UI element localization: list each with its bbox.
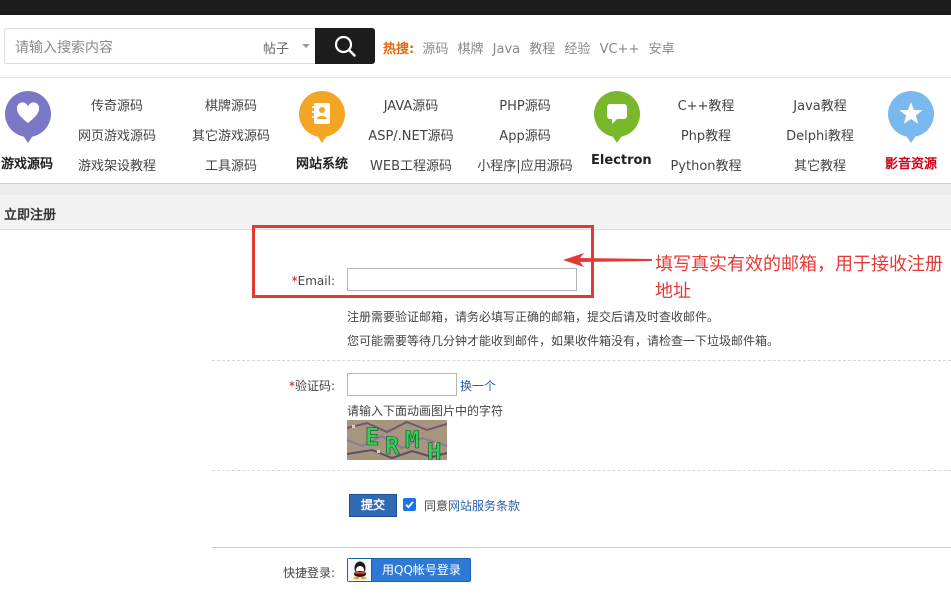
captcha-refresh-link[interactable]: 换一个 bbox=[460, 377, 496, 394]
search-button[interactable] bbox=[315, 28, 375, 64]
hot-search: 热搜: 源码 棋牌 Java 教程 经验 VC++ 安卓 bbox=[383, 38, 680, 57]
qq-login-label: 用QQ帐号登录 bbox=[382, 563, 461, 577]
nav-link[interactable]: C++教程 bbox=[660, 95, 752, 114]
svg-text:E: E bbox=[365, 423, 379, 451]
svg-text:M: M bbox=[405, 426, 419, 454]
heart-icon[interactable] bbox=[5, 91, 51, 137]
hot-link[interactable]: 安卓 bbox=[648, 42, 674, 57]
hot-link[interactable]: 棋牌 bbox=[458, 42, 484, 57]
quick-login-label: 快捷登录: bbox=[282, 566, 335, 580]
search-scope-select[interactable]: 帖子 bbox=[263, 38, 289, 57]
contacts-book-icon[interactable] bbox=[299, 91, 345, 137]
nav-link[interactable]: 游戏架设教程 bbox=[72, 155, 162, 174]
captcha-image[interactable]: E R M H bbox=[347, 420, 447, 460]
nav-link[interactable]: 棋牌源码 bbox=[186, 95, 276, 114]
search-box[interactable]: 请输入搜索内容 帖子 bbox=[4, 28, 316, 64]
nav-group-title[interactable]: 影音资源 bbox=[885, 153, 937, 172]
highlight-box bbox=[252, 225, 594, 298]
nav-link[interactable]: 小程序|应用源码 bbox=[472, 155, 578, 174]
pin-tail bbox=[905, 134, 917, 143]
top-bar bbox=[0, 0, 951, 15]
hot-link[interactable]: Java bbox=[493, 42, 520, 57]
nav-link[interactable]: 其它游戏源码 bbox=[186, 125, 276, 144]
divider bbox=[212, 547, 951, 548]
terms-link[interactable]: 网站服务条款 bbox=[448, 499, 520, 513]
chat-bubble-icon[interactable] bbox=[594, 91, 640, 137]
hot-link[interactable]: 源码 bbox=[422, 42, 448, 57]
nav-link[interactable]: 其它教程 bbox=[774, 155, 866, 174]
nav-link[interactable]: Php教程 bbox=[660, 125, 752, 144]
arrow-left-icon bbox=[563, 253, 652, 267]
nav-group-title[interactable]: 游戏源码 bbox=[1, 153, 53, 172]
hot-search-label: 热搜: bbox=[383, 42, 415, 57]
qq-login-button[interactable]: 用QQ帐号登录 bbox=[347, 558, 471, 582]
divider bbox=[212, 360, 951, 361]
agree-prefix: 同意 bbox=[424, 499, 449, 513]
agree-checkbox[interactable] bbox=[403, 498, 416, 511]
nav-group-title[interactable]: 网站系统 bbox=[296, 153, 348, 172]
email-hint: 注册需要验证邮箱，请务必填写正确的邮箱，提交后请及时查收邮件。 bbox=[347, 310, 720, 324]
hot-link[interactable]: VC++ bbox=[600, 42, 640, 57]
page-title: 立即注册 bbox=[4, 208, 57, 223]
captcha-hint: 请输入下面动画图片中的字符 bbox=[347, 404, 504, 418]
checkmark-icon bbox=[405, 501, 414, 509]
nav-link[interactable]: Java教程 bbox=[774, 95, 866, 114]
nav-link[interactable]: PHP源码 bbox=[472, 95, 578, 114]
nav-link[interactable]: Python教程 bbox=[660, 155, 752, 174]
nav-link[interactable]: 网页游戏源码 bbox=[72, 125, 162, 144]
pin-tail bbox=[316, 134, 328, 143]
nav-link[interactable]: WEB工程源码 bbox=[360, 155, 462, 174]
captcha-label: *验证码: bbox=[215, 377, 335, 394]
nav-link[interactable]: JAVA源码 bbox=[360, 95, 462, 114]
star-icon[interactable] bbox=[888, 91, 934, 137]
gray-band bbox=[0, 184, 951, 195]
annotation-note: 填写真实有效的邮箱，用于接收注册地址 bbox=[655, 254, 943, 302]
nav-link[interactable]: App源码 bbox=[472, 125, 578, 144]
nav-link[interactable]: 传奇源码 bbox=[72, 95, 162, 114]
qq-icon bbox=[348, 559, 372, 581]
email-hint: 您可能需要等待几分钟才能收到邮件，如果收件箱没有，请检查一下垃圾邮件箱。 bbox=[347, 334, 780, 348]
search-icon bbox=[334, 35, 356, 57]
captcha-input[interactable] bbox=[347, 373, 457, 396]
pin-tail bbox=[22, 134, 34, 143]
pin-tail bbox=[611, 134, 623, 143]
divider bbox=[212, 470, 951, 471]
submit-button[interactable]: 提交 bbox=[349, 494, 397, 517]
hot-link[interactable]: 教程 bbox=[529, 42, 555, 57]
agree-text: 同意网站服务条款 bbox=[424, 497, 520, 514]
search-input[interactable]: 请输入搜索内容 bbox=[15, 37, 113, 57]
divider bbox=[0, 77, 951, 78]
svg-text:R: R bbox=[385, 432, 400, 460]
hot-link[interactable]: 经验 bbox=[564, 42, 590, 57]
nav-link[interactable]: 工具源码 bbox=[186, 155, 276, 174]
svg-text:H: H bbox=[427, 438, 441, 460]
nav-group-title[interactable]: Electron bbox=[591, 153, 652, 168]
nav-link[interactable]: ASP/.NET源码 bbox=[360, 125, 462, 144]
captcha-label-text: 验证码: bbox=[294, 379, 335, 393]
chevron-down-icon[interactable] bbox=[302, 44, 310, 48]
nav-link[interactable]: Delphi教程 bbox=[774, 125, 866, 144]
